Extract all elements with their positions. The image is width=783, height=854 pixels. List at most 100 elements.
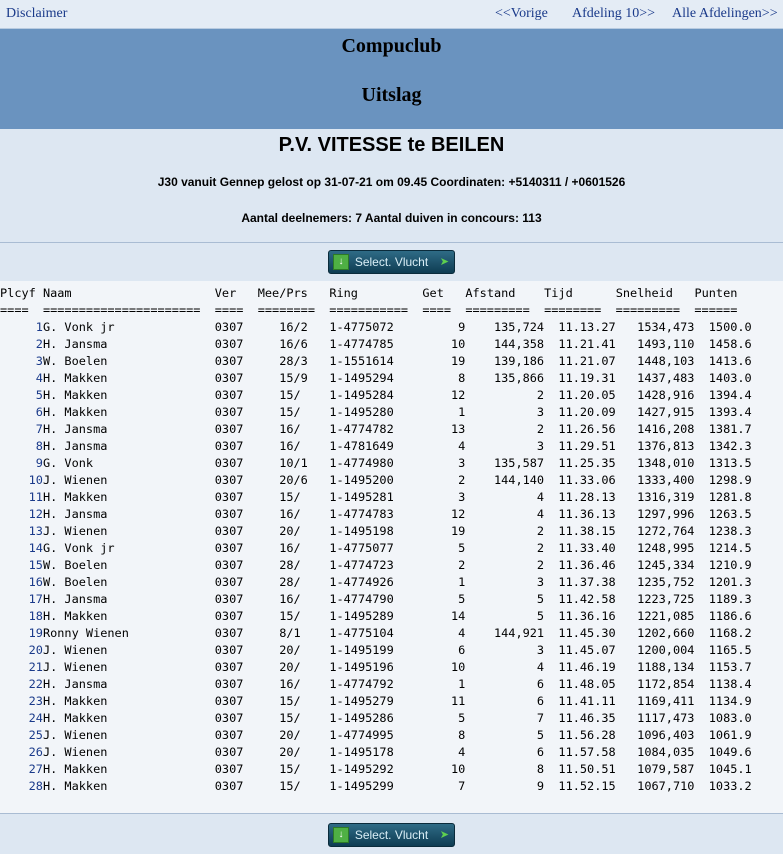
table-row-cell: 2 (465, 524, 545, 538)
table-row-cell: 1235,752 (615, 575, 695, 589)
table-row-cell: 1348,010 (615, 456, 695, 470)
table-row-cell: 0307 (214, 694, 258, 708)
table-row-cell: 1393.4 (694, 405, 752, 419)
table-row-cell: 1-4774792 (329, 677, 423, 691)
table-row-cell: H. Makken (42, 405, 215, 419)
table-row-cell: 1248,995 (615, 541, 695, 555)
table-row-cell: 0307 (214, 507, 258, 521)
all-afdelingen-link[interactable]: Alle Afdelingen>> (672, 6, 778, 22)
table-row-cell: 1-1495200 (329, 473, 423, 487)
table-row-cell: 0307 (214, 456, 258, 470)
table-row-cell: W. Boelen (42, 575, 215, 589)
afdeling-link[interactable]: Afdeling 10>> (572, 6, 655, 22)
table-row-cell: 21 (0, 660, 43, 674)
table-row-cell: 1376,813 (615, 439, 695, 453)
table-row-cell: 1-1495294 (329, 371, 423, 385)
table-row: 20J. Wienen 0307 20/ 1-1495199 6 3 11.45… (0, 643, 752, 657)
arrow-right-icon: ➤ (439, 256, 449, 268)
table-row-cell: 19 (0, 626, 43, 640)
table-row-cell: 11.36.16 (544, 609, 616, 623)
table-row-cell: H. Makken (42, 490, 215, 504)
table-row-cell: 10/1 (257, 456, 330, 470)
table-row: 11H. Makken 0307 15/ 1-1495281 3 4 11.28… (0, 490, 752, 504)
table-row-cell: 1413.6 (694, 354, 752, 368)
table-row-cell: 1210.9 (694, 558, 752, 572)
select-flight-button-bottom[interactable]: ↓ Select. Vlucht ➤ (328, 823, 455, 847)
table-row-cell: 0307 (214, 541, 258, 555)
table-row-cell: 1-4775077 (329, 541, 423, 555)
race-info: J30 vanuit Gennep gelost op 31-07-21 om … (157, 175, 626, 189)
table-row: 4H. Makken 0307 15/9 1-1495294 8 135,866… (0, 371, 752, 385)
table-row-cell: 1-1495284 (329, 388, 423, 402)
page-title: Uitslag (361, 84, 422, 106)
table-row-cell: 1134.9 (694, 694, 752, 708)
table-row-cell: 11.33.40 (544, 541, 616, 555)
table-row-cell: 11.20.05 (544, 388, 616, 402)
table-row-cell: 16/ (257, 677, 330, 691)
table-row-cell: 1045.1 (694, 762, 752, 776)
table-row-cell: 11.19.31 (544, 371, 616, 385)
table-row-cell: 9 (0, 456, 43, 470)
table-row-cell: 12 (422, 388, 466, 402)
table-row-cell: 1313.5 (694, 456, 752, 470)
table-row-cell: 11.20.09 (544, 405, 616, 419)
table-header: Plcyf Naam Ver Mee/Prs Ring Get Afstand … (0, 286, 752, 300)
table-row-cell: 0307 (214, 609, 258, 623)
table-row-cell: 14 (422, 609, 466, 623)
table-row-cell: 1172,854 (615, 677, 695, 691)
table-row: 22H. Jansma 0307 16/ 1-4774792 1 6 11.48… (0, 677, 752, 691)
table-row: 2H. Jansma 0307 16/6 1-4774785 10 144,35… (0, 337, 752, 351)
table-row-cell: H. Makken (42, 694, 215, 708)
previous-link[interactable]: <<Vorige (495, 6, 548, 22)
table-header-cell: Afstand (465, 286, 545, 300)
table-row-cell: 15/ (257, 779, 330, 793)
table-row-cell: W. Boelen (42, 558, 215, 572)
table-row-cell: G. Vonk (42, 456, 215, 470)
table-row-cell: 1297,996 (615, 507, 695, 521)
table-row: 8H. Jansma 0307 16/ 1-4781649 4 3 11.29.… (0, 439, 752, 453)
table-row-cell: 6 (465, 745, 545, 759)
table-row: 10J. Wienen 0307 20/6 1-1495200 2 144,14… (0, 473, 752, 487)
table-row-cell: 7 (422, 779, 466, 793)
table-row-cell: 1281.8 (694, 490, 752, 504)
disclaimer-link[interactable]: Disclaimer (6, 6, 67, 22)
table-row-cell: 28/ (257, 575, 330, 589)
table-row-cell: 15/ (257, 762, 330, 776)
table-row-cell: 1067,710 (615, 779, 695, 793)
table-row-cell: J. Wienen (42, 524, 215, 538)
table-row-cell: 1079,587 (615, 762, 695, 776)
table-row-cell: G. Vonk jr (42, 541, 215, 555)
table-row-cell: 10 (422, 762, 466, 776)
table-row-cell: 20/ (257, 643, 330, 657)
table-row-cell: 11.26.56 (544, 422, 616, 436)
table-row-cell: 20/ (257, 728, 330, 742)
table-row-cell: 1238.3 (694, 524, 752, 538)
table-row-cell: 2 (465, 422, 545, 436)
table-row-cell: 1083.0 (694, 711, 752, 725)
table-row: 9G. Vonk 0307 10/1 1-4774980 3 135,587 1… (0, 456, 752, 470)
table-row-cell: 20/ (257, 524, 330, 538)
table-row: 14G. Vonk jr 0307 16/ 1-4775077 5 2 11.3… (0, 541, 752, 555)
table-row-cell: 0307 (214, 660, 258, 674)
table-row-cell: 5 (422, 541, 466, 555)
results-table: Plcyf Naam Ver Mee/Prs Ring Get Afstand … (0, 281, 783, 813)
table-row-cell: 144,358 (465, 337, 545, 351)
table-header-cell: Ver (214, 286, 258, 300)
table-row-cell: 16/ (257, 541, 330, 555)
table-row-cell: J. Wienen (42, 745, 215, 759)
table-row-cell: 0307 (214, 626, 258, 640)
table-row-cell: 1245,334 (615, 558, 695, 572)
table-row-cell: 9 (422, 320, 466, 334)
table-row-cell: 0307 (214, 677, 258, 691)
table-row-cell: 0307 (214, 490, 258, 504)
table-row-cell: 1-1495178 (329, 745, 423, 759)
table-row-cell: 1381.7 (694, 422, 752, 436)
table-row-cell: 135,587 (465, 456, 545, 470)
select-flight-button[interactable]: ↓ Select. Vlucht ➤ (328, 250, 455, 274)
table-row-cell: 5 (422, 592, 466, 606)
table-row-cell: 1-1495286 (329, 711, 423, 725)
table-row: 7H. Jansma 0307 16/ 1-4774782 13 2 11.26… (0, 422, 752, 436)
table-row-cell: 1188,134 (615, 660, 695, 674)
table-row-cell: 11.41.11 (544, 694, 616, 708)
table-row-cell: 2 (422, 473, 466, 487)
